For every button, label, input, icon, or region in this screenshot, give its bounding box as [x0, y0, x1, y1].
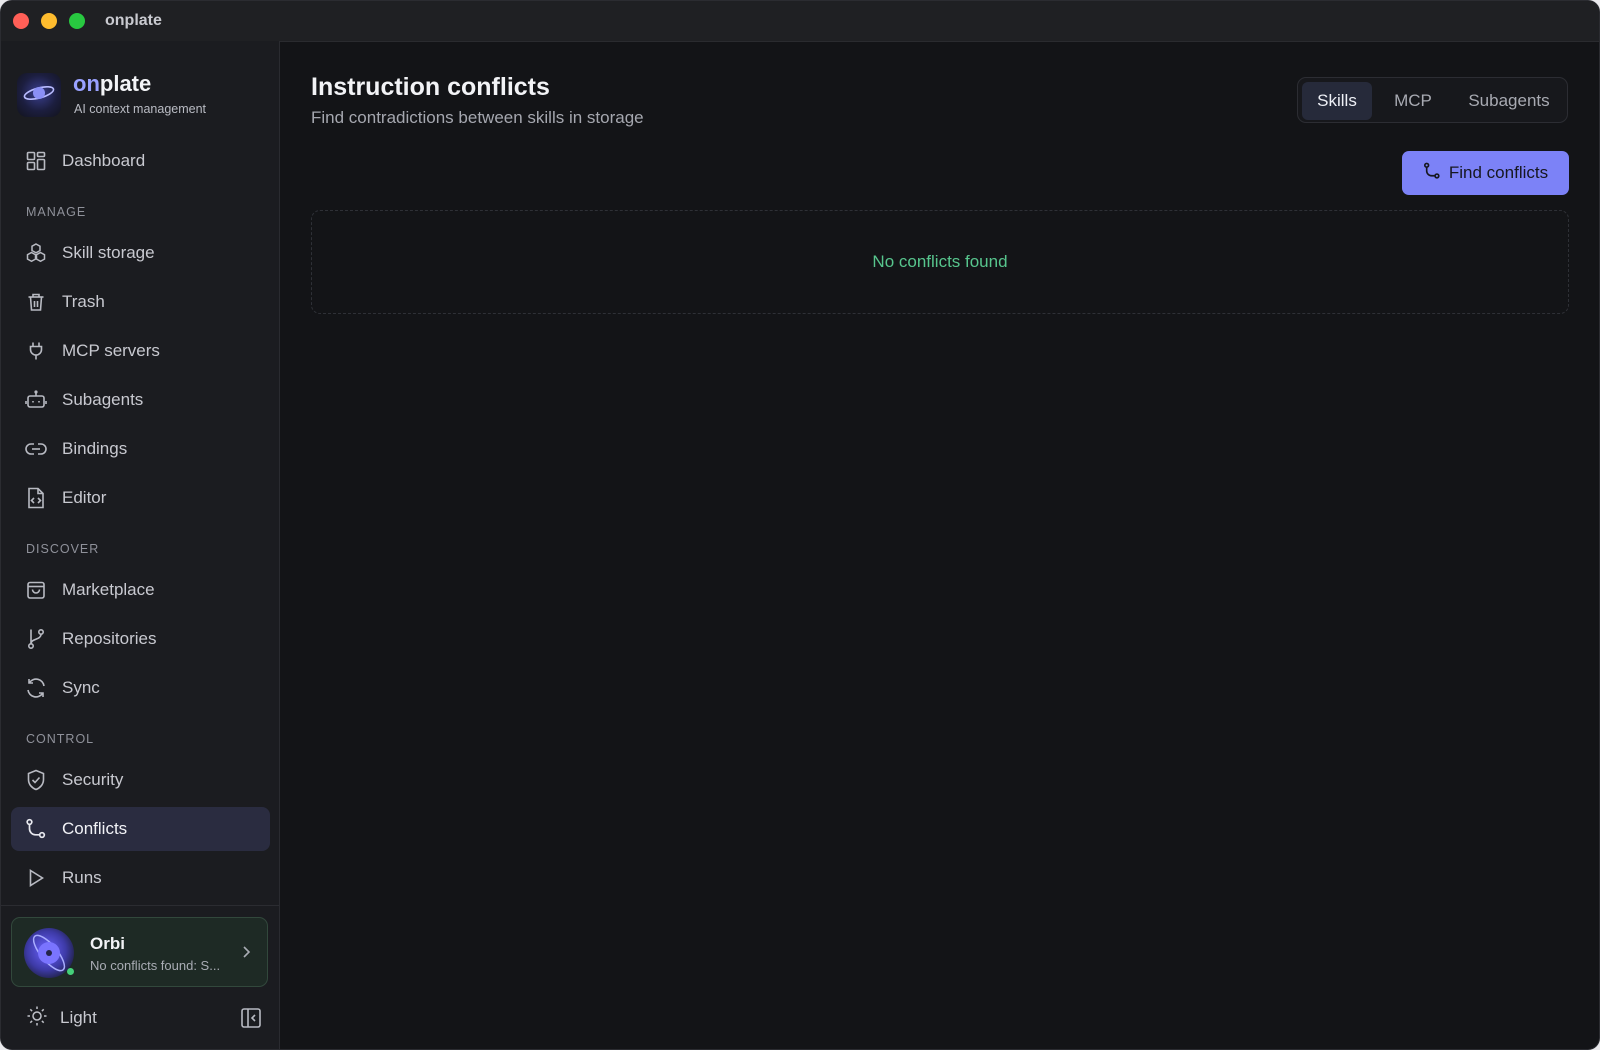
- play-icon: [25, 867, 47, 889]
- minimize-window-button[interactable]: [41, 13, 57, 29]
- theme-toggle-button[interactable]: Light: [26, 1001, 97, 1035]
- sidebar-item-label: Sync: [62, 678, 100, 697]
- sidebar-item-bindings[interactable]: Bindings: [11, 427, 270, 471]
- results-empty-state: No conflicts found: [311, 210, 1569, 314]
- plug-icon: [25, 340, 47, 362]
- tab-subagents[interactable]: Subagents: [1454, 82, 1564, 120]
- refresh-icon: [25, 677, 47, 699]
- sidebar-item-label: Dashboard: [62, 151, 146, 170]
- scope-tabs: Skills MCP Subagents: [1297, 77, 1568, 123]
- sidebar-item-label: Subagents: [62, 390, 144, 409]
- maximize-window-button[interactable]: [69, 13, 85, 29]
- git-compare-icon: [25, 818, 47, 840]
- sidebar-item-conflicts[interactable]: Conflicts: [11, 807, 270, 851]
- app-window: onplate onplate AI context management Da…: [0, 0, 1600, 1050]
- theme-toggle-label: Light: [60, 1008, 97, 1027]
- brand-subtitle: AI context management: [74, 102, 207, 116]
- sidebar-item-label: Trash: [62, 292, 105, 311]
- sidebar-item-dashboard[interactable]: Dashboard: [11, 139, 270, 183]
- page-subtitle: Find contradictions between skills in st…: [311, 108, 644, 127]
- sidebar-item-marketplace[interactable]: Marketplace: [11, 568, 270, 612]
- sidebar-item-trash[interactable]: Trash: [11, 280, 270, 324]
- sidebar-item-label: Security: [62, 770, 124, 789]
- online-status-dot: [67, 968, 74, 975]
- sidebar-item-label: Editor: [62, 488, 107, 507]
- shopping-bag-icon: [25, 579, 47, 601]
- sun-icon: [26, 1005, 48, 1032]
- find-conflicts-label: Find conflicts: [1448, 163, 1549, 182]
- git-compare-icon: [1423, 162, 1441, 185]
- boxes-icon: [25, 242, 47, 264]
- brand: onplate AI context management: [17, 71, 267, 121]
- section-label-manage: MANAGE: [26, 205, 87, 219]
- sidebar-item-skill-storage[interactable]: Skill storage: [11, 231, 270, 275]
- sidebar-item-label: Conflicts: [62, 819, 128, 838]
- assistant-card[interactable]: Orbi No conflicts found: S...: [11, 917, 268, 987]
- find-conflicts-button[interactable]: Find conflicts: [1402, 151, 1569, 195]
- app-logo-icon: [17, 73, 61, 117]
- sidebar-item-security[interactable]: Security: [11, 758, 270, 802]
- trash-icon: [25, 291, 47, 313]
- sidebar-item-label: Skill storage: [62, 243, 155, 262]
- sidebar-item-label: Bindings: [62, 439, 128, 458]
- chevron-right-icon: [239, 944, 253, 960]
- close-window-button[interactable]: [13, 13, 29, 29]
- section-label-control: CONTROL: [26, 732, 95, 746]
- git-branch-icon: [25, 628, 47, 650]
- brand-name: onplate: [73, 71, 152, 96]
- sidebar-divider: [1, 905, 279, 906]
- section-label-discover: DISCOVER: [26, 542, 100, 556]
- sidebar-item-editor[interactable]: Editor: [11, 476, 270, 520]
- tab-mcp[interactable]: MCP: [1378, 82, 1448, 120]
- page-title: Instruction conflicts: [311, 73, 550, 101]
- grid-icon: [25, 150, 47, 172]
- tab-skills[interactable]: Skills: [1302, 82, 1372, 120]
- sidebar-item-label: MCP servers: [62, 341, 160, 360]
- empty-state-message: No conflicts found: [872, 252, 1008, 271]
- shield-icon: [25, 769, 47, 791]
- window-title: onplate: [105, 12, 162, 29]
- sidebar-collapse-icon[interactable]: [240, 1007, 262, 1029]
- sidebar-item-label: Repositories: [62, 629, 157, 648]
- sidebar: onplate AI context management Dashboard …: [1, 41, 280, 1049]
- title-bar: onplate: [1, 1, 1599, 42]
- sidebar-item-mcp-servers[interactable]: MCP servers: [11, 329, 270, 373]
- link-icon: [25, 438, 47, 460]
- main-content: Instruction conflicts Find contradiction…: [280, 41, 1599, 1049]
- sidebar-item-repositories[interactable]: Repositories: [11, 617, 270, 661]
- file-code-icon: [25, 487, 47, 509]
- assistant-name: Orbi: [90, 934, 125, 953]
- sidebar-item-label: Runs: [62, 868, 102, 887]
- sidebar-item-sync[interactable]: Sync: [11, 666, 270, 710]
- sidebar-item-runs[interactable]: Runs: [11, 856, 270, 900]
- sidebar-item-label: Marketplace: [62, 580, 155, 599]
- bot-icon: [25, 389, 47, 411]
- sidebar-item-subagents[interactable]: Subagents: [11, 378, 270, 422]
- assistant-status: No conflicts found: S...: [90, 958, 221, 973]
